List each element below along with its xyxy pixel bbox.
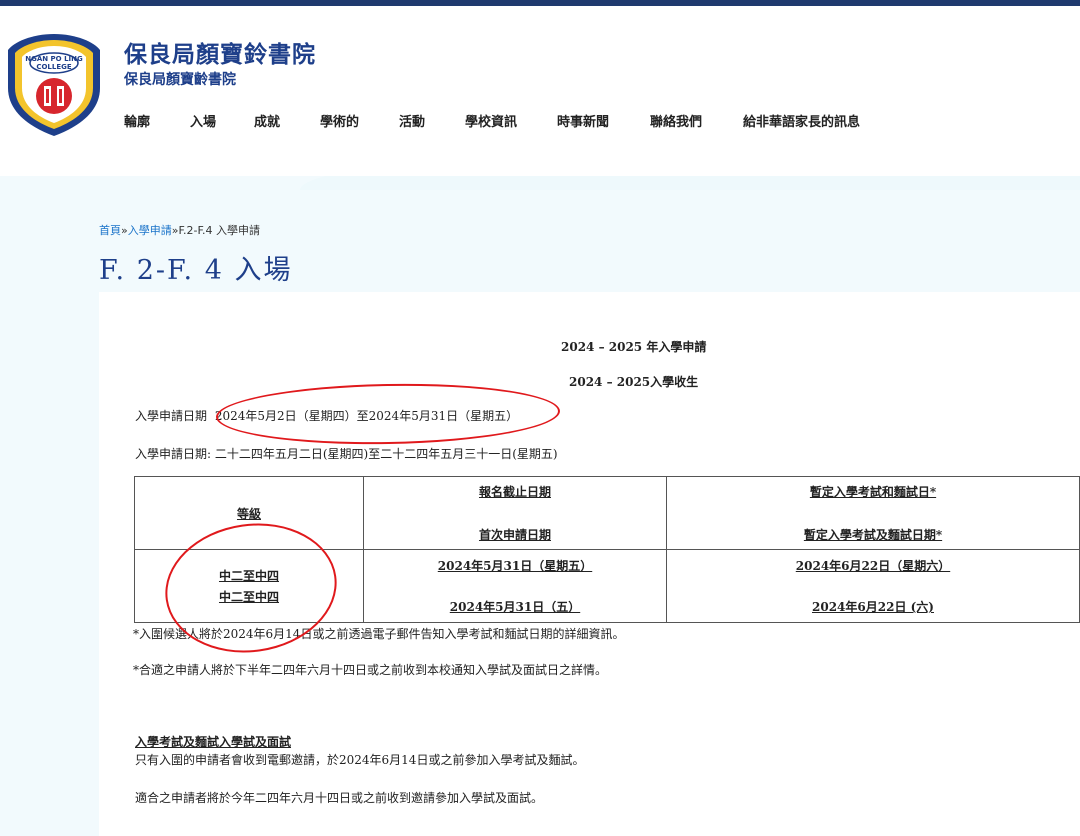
table-cell-exam: 2024年6月22日（星期六） 2024年6月22日 (六) xyxy=(666,549,1080,623)
nav-item-admission[interactable]: 入場 xyxy=(190,111,254,130)
nav-item-profile[interactable]: 輪廓 xyxy=(124,111,190,130)
breadcrumb-admission[interactable]: 入學申請 xyxy=(128,224,172,237)
application-date-line-2: 入學申請日期: 二十二四年五月二日(星期四)至二十二四年五月三十一日(星期五) xyxy=(135,447,558,461)
application-date-label: 入學申請日期 xyxy=(135,409,208,423)
school-logo[interactable]: NGAN PO LING COLLEGE xyxy=(2,28,106,138)
note-suitable-applicants: *合適之申請人將於下半年二四年六月十四日或之前收到本校通知入學試及面試日之詳情。 xyxy=(133,663,608,677)
svg-text:COLLEGE: COLLEGE xyxy=(36,63,72,71)
nav-item-academic[interactable]: 學術的 xyxy=(320,111,399,130)
school-subname: 保良局顏寶齡書院 xyxy=(124,72,236,88)
exam-value-b: 2024年6月22日 (六) xyxy=(812,600,934,614)
table-header-level: 等級 xyxy=(134,476,364,550)
table-header-deadline: 報名截止日期 首次申請日期 xyxy=(363,476,667,550)
heading-admission-intake: 2024 – 2025入學收生 xyxy=(569,375,699,389)
deadline-value-a: 2024年5月31日（星期五） xyxy=(437,559,593,573)
section-paragraph-2: 適合之申請者將於今年二四年六月十四日或之前收到邀請參加入學試及面試。 xyxy=(135,791,544,805)
table-header-deadline-a: 報名截止日期 xyxy=(478,485,551,499)
table-header-exam-a: 暫定入學考試和麵試日* xyxy=(809,485,937,499)
main-nav: 輪廓 入場 成就 學術的 活動 學校資訊 時事新聞 聯絡我們 給非華語家長的訊息 xyxy=(124,111,860,130)
content-panel: 2024 – 2025 年入學申請 2024 – 2025入學收生 入學申請日期… xyxy=(99,292,1080,836)
section-heading-exam-interview: 入學考試及麵試入學試及面試 xyxy=(135,735,292,749)
section-paragraph-1: 只有入圍的申請者會收到電郵邀請，於2024年6月14日或之前參加入學考試及麵試。 xyxy=(135,753,585,767)
level-value-b: 中二至中四 xyxy=(218,590,279,604)
school-name[interactable]: 保良局顏寶鈴書院 xyxy=(124,35,316,69)
nav-item-news[interactable]: 時事新聞 xyxy=(557,111,650,130)
application-date-line: 入學申請日期 2024年5月2日（星期四）至2024年5月31日（星期五） xyxy=(135,407,518,424)
exam-value-a: 2024年6月22日（星期六） xyxy=(795,559,951,573)
breadcrumb-separator: » xyxy=(121,224,128,237)
deadline-value-b: 2024年5月31日（五） xyxy=(449,600,581,614)
table-cell-level: 中二至中四 中二至中四 xyxy=(134,549,364,623)
svg-text:NGAN PO LING: NGAN PO LING xyxy=(25,55,83,63)
site-header xyxy=(0,6,1080,176)
level-value-a: 中二至中四 xyxy=(218,569,279,583)
nav-item-non-chinese-parents[interactable]: 給非華語家長的訊息 xyxy=(743,111,860,130)
breadcrumb: 首頁»入學申請»F.2-F.4 入學申請 xyxy=(99,222,260,238)
table-header-exam-b: 暫定入學考試及麵試日期* xyxy=(803,528,943,542)
table-header-level-label: 等級 xyxy=(236,506,261,521)
breadcrumb-home[interactable]: 首頁 xyxy=(99,224,121,237)
nav-item-school-info[interactable]: 學校資訊 xyxy=(465,111,557,130)
application-date-value: 2024年5月2日（星期四）至2024年5月31日（星期五） xyxy=(214,409,519,423)
table-cell-deadline: 2024年5月31日（星期五） 2024年5月31日（五） xyxy=(363,549,667,623)
nav-item-contact[interactable]: 聯絡我們 xyxy=(650,111,743,130)
heading-admission-year: 2024 – 2025 年入學申請 xyxy=(561,340,707,354)
breadcrumb-current: F.2-F.4 入學申請 xyxy=(178,224,261,237)
nav-item-activities[interactable]: 活動 xyxy=(399,111,465,130)
note-shortlisted: *入圍候選人將於2024年6月14日或之前透過電子郵件告知入學考試和麵試日期的詳… xyxy=(133,627,625,641)
page-title: F. 2-F. 4 入場 xyxy=(99,255,293,286)
table-header-exam: 暫定入學考試和麵試日* 暫定入學考試及麵試日期* xyxy=(666,476,1080,550)
table-row: 等級 報名截止日期 首次申請日期 暫定入學考試和麵試日* 暫定入學考試及麵試日期… xyxy=(134,476,1080,550)
admission-table: 等級 報名截止日期 首次申請日期 暫定入學考試和麵試日* 暫定入學考試及麵試日期… xyxy=(134,476,1080,623)
table-row: 中二至中四 中二至中四 2024年5月31日（星期五） 2024年5月31日（五… xyxy=(134,549,1080,623)
table-header-deadline-b: 首次申請日期 xyxy=(478,528,551,542)
nav-item-achievements[interactable]: 成就 xyxy=(254,111,320,130)
